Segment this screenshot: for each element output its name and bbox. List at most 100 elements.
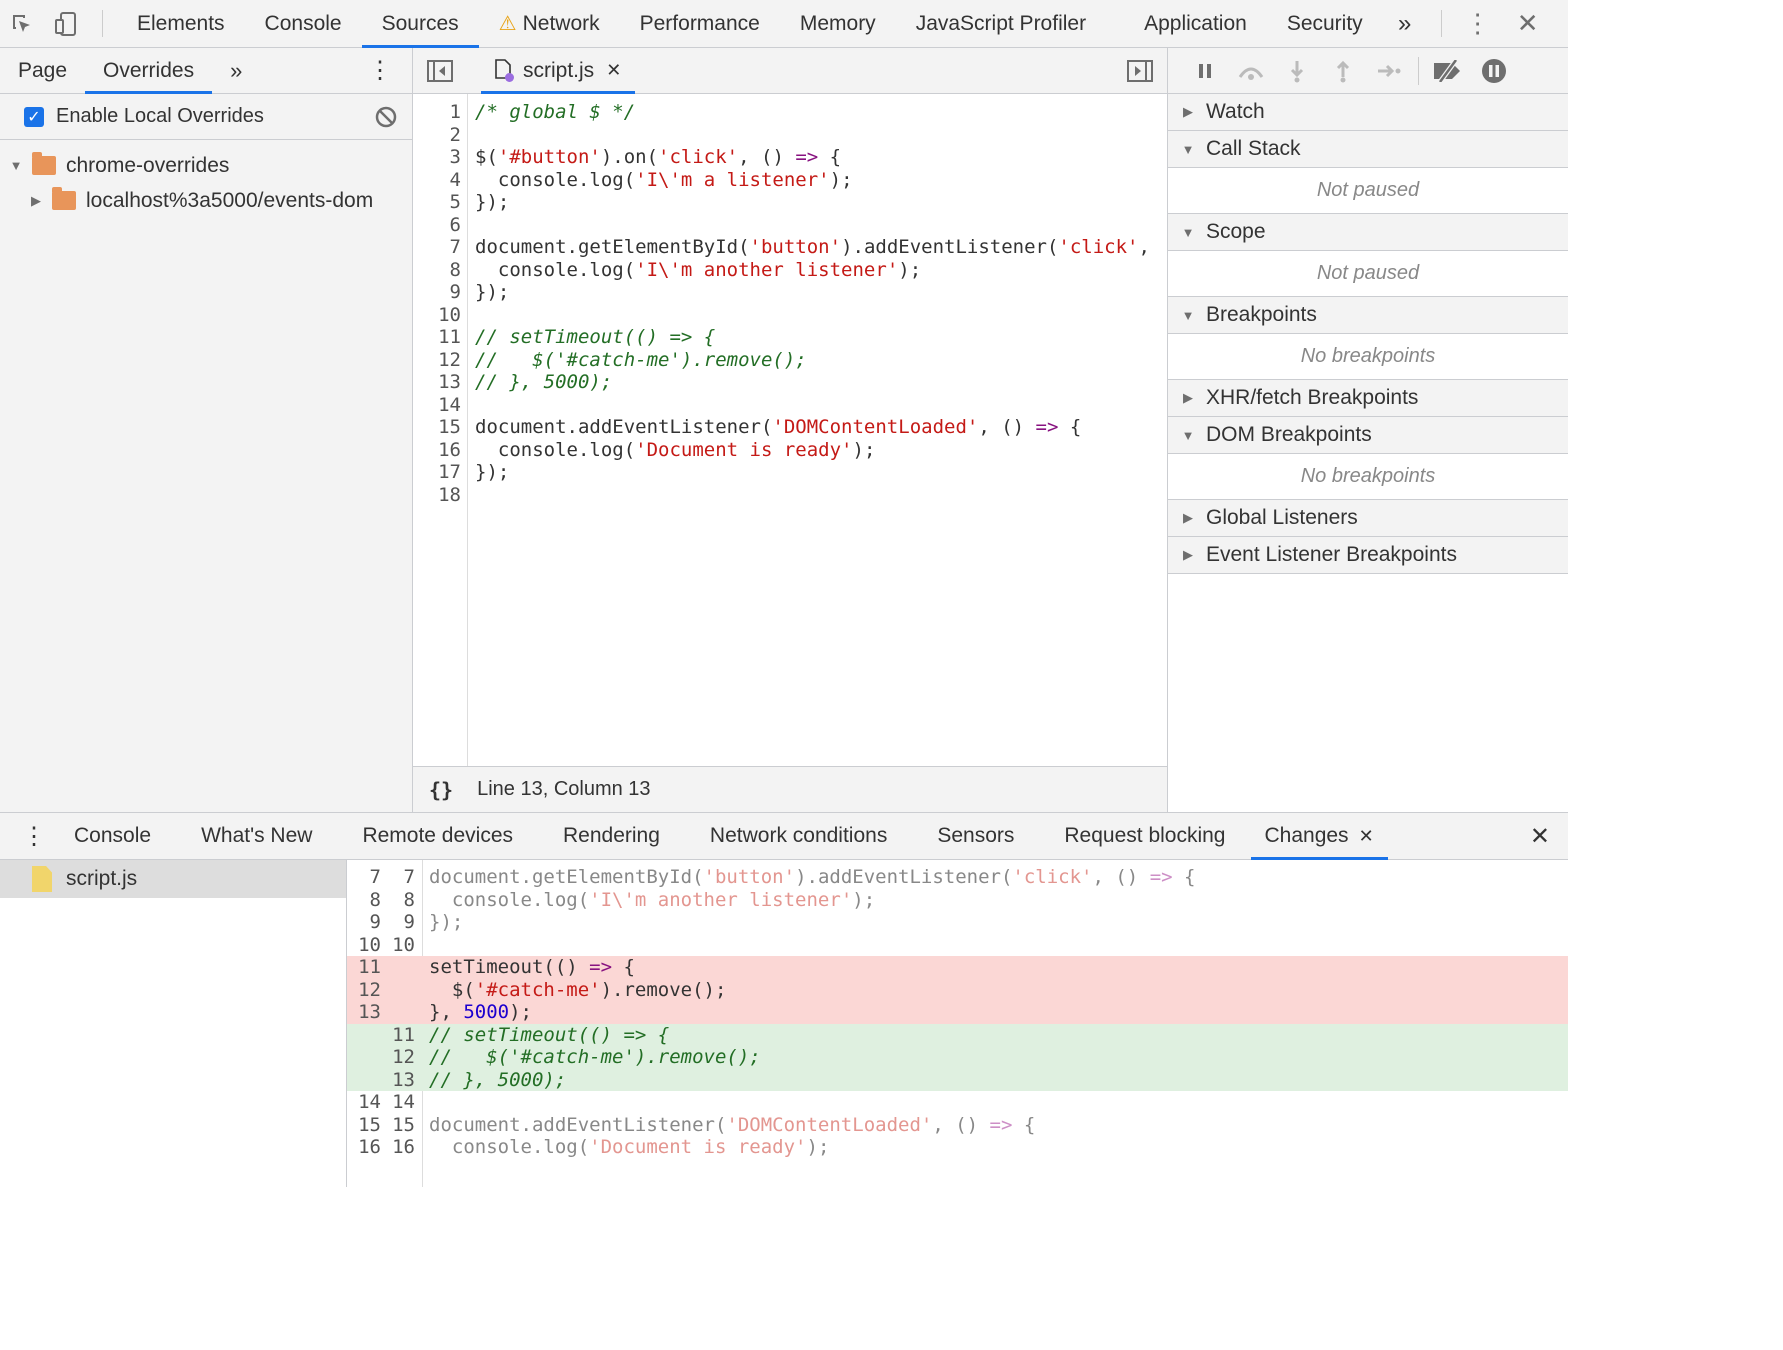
line-number[interactable]: 5 xyxy=(450,191,461,213)
code-area[interactable]: 1 2 3 4 5 6 7 8 9 10 11 12 13 14 15 16 17 18 /* global $ … xyxy=(413,94,1167,766)
code-line[interactable]: }); xyxy=(475,191,1150,214)
collapse-triangle-icon: ▶ xyxy=(1183,510,1193,525)
folder-icon xyxy=(52,187,76,210)
line-number[interactable]: 10 xyxy=(438,304,461,326)
code-line[interactable] xyxy=(475,304,1150,327)
section-breakpoints[interactable]: ▼ Breakpoints xyxy=(1168,297,1568,334)
tab-page[interactable]: Page xyxy=(0,48,85,93)
drawer-tab-sensors[interactable]: Sensors xyxy=(912,813,1039,859)
section-call-stack[interactable]: ▼ Call Stack xyxy=(1168,131,1568,168)
code-line[interactable]: // setTimeout(() => { xyxy=(475,326,1150,349)
line-number[interactable]: 12 xyxy=(438,349,461,371)
diff-old-line-number: 16 xyxy=(358,1136,381,1158)
section-dom-breakpoints[interactable]: ▼ DOM Breakpoints xyxy=(1168,417,1568,454)
drawer-tab-remote-devices[interactable]: Remote devices xyxy=(337,813,538,859)
code-line[interactable]: // }, 5000); xyxy=(475,371,1150,394)
code-line[interactable]: console.log('I\'m a listener'); xyxy=(475,169,1150,192)
toggle-debugger-icon[interactable] xyxy=(1113,48,1167,93)
line-number[interactable]: 17 xyxy=(438,461,461,483)
drawer-tab-request-blocking[interactable]: Request blocking xyxy=(1039,813,1250,859)
warning-icon: ⚠ xyxy=(498,13,517,35)
diff-row-added: 12 // $('#catch-me').remove(); xyxy=(347,1046,1568,1069)
line-number[interactable]: 18 xyxy=(438,484,461,506)
code-line[interactable]: }); xyxy=(475,461,1150,484)
tab-security[interactable]: Security xyxy=(1267,0,1383,47)
device-toolbar-icon[interactable] xyxy=(44,0,88,47)
tab-console[interactable]: Console xyxy=(245,0,362,47)
line-number[interactable]: 3 xyxy=(450,146,461,168)
drawer-menu-icon[interactable]: ⋮ xyxy=(0,813,60,859)
pretty-print-icon[interactable]: {} xyxy=(429,778,453,802)
step-into-icon[interactable] xyxy=(1274,51,1320,91)
close-tab-icon[interactable]: ✕ xyxy=(606,60,621,81)
section-watch[interactable]: ▶ Watch xyxy=(1168,94,1568,131)
code-line[interactable]: document.addEventListener('DOMContentLoa… xyxy=(475,416,1150,439)
tab-network[interactable]: ⚠ Network xyxy=(479,0,620,47)
section-global-listeners[interactable]: ▶ Global Listeners xyxy=(1168,500,1568,537)
deactivate-breakpoints-icon[interactable] xyxy=(1425,51,1471,91)
pause-icon[interactable] xyxy=(1182,51,1228,91)
tab-sources[interactable]: Sources xyxy=(361,0,479,48)
expand-triangle-icon: ▼ xyxy=(1181,307,1195,323)
line-number[interactable]: 16 xyxy=(438,439,461,461)
code-line[interactable]: console.log('I\'m another listener'); xyxy=(475,259,1150,282)
tab-performance[interactable]: Performance xyxy=(620,0,780,47)
close-devtools-icon[interactable]: ✕ xyxy=(1500,0,1556,47)
section-event-listener-breakpoints[interactable]: ▶ Event Listener Breakpoints xyxy=(1168,537,1568,574)
line-number[interactable]: 13 xyxy=(438,371,461,393)
tab-application[interactable]: Application xyxy=(1106,0,1267,47)
line-number[interactable]: 7 xyxy=(450,236,461,258)
close-drawer-icon[interactable]: ✕ xyxy=(1512,813,1568,859)
section-scope[interactable]: ▼ Scope xyxy=(1168,214,1568,251)
inspect-element-icon[interactable] xyxy=(0,0,44,47)
code-line[interactable] xyxy=(475,214,1150,237)
line-number[interactable]: 9 xyxy=(450,281,461,303)
more-tabs-icon[interactable]: » xyxy=(1383,0,1427,47)
changed-file-item[interactable]: script.js xyxy=(0,860,346,898)
line-number[interactable]: 1 xyxy=(450,101,461,123)
tab-script-js[interactable]: script.js ✕ xyxy=(481,48,636,94)
code-line[interactable]: $('#button').on('click', () => { xyxy=(475,146,1150,169)
drawer-tab-rendering[interactable]: Rendering xyxy=(538,813,685,859)
drawer-tab-changes[interactable]: Changes ✕ xyxy=(1250,813,1388,860)
code-line[interactable] xyxy=(475,394,1150,417)
line-number[interactable]: 14 xyxy=(438,394,461,416)
code-line[interactable] xyxy=(475,484,1150,507)
section-xhr-breakpoints[interactable]: ▶ XHR/fetch Breakpoints xyxy=(1168,380,1568,417)
close-tab-icon[interactable]: ✕ xyxy=(1359,826,1374,847)
enable-overrides-checkbox[interactable]: ✓ xyxy=(24,106,44,127)
code-line[interactable]: /* global $ */ xyxy=(475,101,1150,124)
pause-on-exceptions-icon[interactable] xyxy=(1471,51,1517,91)
drawer-tab-network-conditions[interactable]: Network conditions xyxy=(685,813,912,859)
tab-javascript-profiler[interactable]: JavaScript Profiler xyxy=(896,0,1106,47)
more-navigator-tabs-icon[interactable]: » xyxy=(212,48,260,93)
kebab-menu-icon[interactable]: ⋮ xyxy=(1456,0,1500,47)
drawer-tab-whats-new[interactable]: What's New xyxy=(176,813,337,859)
tree-item-chrome-overrides[interactable]: ▼ chrome-overrides xyxy=(0,148,412,183)
code-line[interactable]: console.log('Document is ready'); xyxy=(475,439,1150,462)
line-number[interactable]: 15 xyxy=(438,416,461,438)
tab-memory[interactable]: Memory xyxy=(780,0,896,47)
line-number[interactable]: 11 xyxy=(438,326,461,348)
code-line[interactable]: }); xyxy=(475,281,1150,304)
line-number[interactable]: 4 xyxy=(450,169,461,191)
code-line[interactable]: // $('#catch-me').remove(); xyxy=(475,349,1150,372)
clear-overrides-icon[interactable] xyxy=(374,105,398,135)
line-number[interactable]: 8 xyxy=(450,259,461,281)
tab-overrides[interactable]: Overrides xyxy=(85,48,213,94)
line-number-gutter[interactable]: 1 2 3 4 5 6 7 8 9 10 11 12 13 14 15 16 17 18 xyxy=(413,94,468,766)
line-number[interactable]: 6 xyxy=(450,214,461,236)
code-line[interactable] xyxy=(475,124,1150,147)
navigator-menu-icon[interactable]: ⋮ xyxy=(350,48,412,93)
toggle-navigator-icon[interactable] xyxy=(413,48,467,93)
line-number[interactable]: 2 xyxy=(450,124,461,146)
drawer-tab-console[interactable]: Console xyxy=(60,813,176,859)
code-lines[interactable]: /* global $ */ $('#button').on('click', … xyxy=(475,101,1150,506)
tree-item-localhost[interactable]: ▶ localhost%3a5000/events-dom xyxy=(0,183,412,218)
step-over-icon[interactable] xyxy=(1228,51,1274,91)
step-out-icon[interactable] xyxy=(1320,51,1366,91)
diff-line-text: console.log('I\'m another listener'); xyxy=(429,888,876,911)
code-line[interactable]: document.getElementById('button').addEve… xyxy=(475,236,1150,259)
step-icon[interactable] xyxy=(1366,51,1412,91)
tab-elements[interactable]: Elements xyxy=(117,0,245,47)
